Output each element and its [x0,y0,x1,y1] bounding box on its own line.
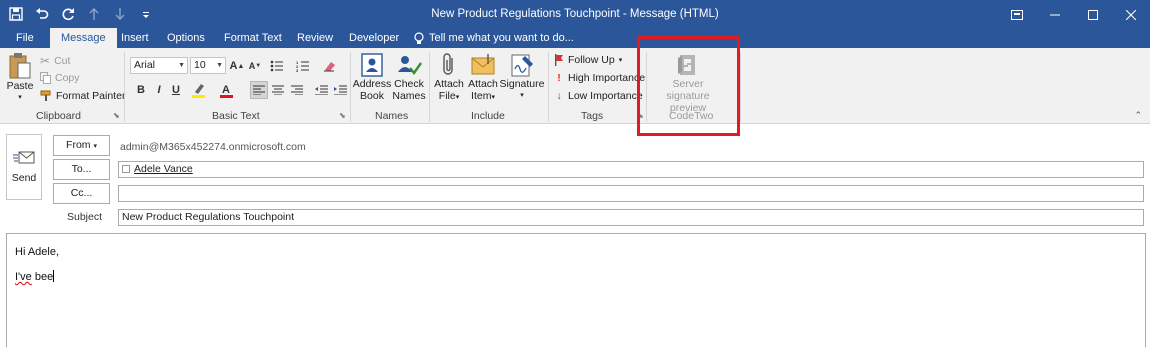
italic-button[interactable]: I [150,81,168,99]
high-importance-button[interactable]: ! High Importance [554,72,645,84]
copy-icon [40,72,51,84]
exclamation-icon: ! [557,72,561,84]
tab-message[interactable]: Message [50,28,117,48]
ribbon: Paste ▾ ✂ Cut Copy Format Painter Clipbo… [0,48,1150,124]
title-bar: New Product Regulations Touchpoint - Mes… [0,0,1150,30]
window-controls [998,0,1150,30]
cut-button[interactable]: ✂ Cut [40,54,70,68]
close-icon[interactable] [1112,0,1150,30]
down-arrow-low-icon: ↓ [556,90,562,102]
numbering-icon[interactable]: 123 [294,57,312,75]
tab-review[interactable]: Review [297,28,333,48]
paste-button[interactable]: Paste ▾ [6,52,34,104]
bold-button[interactable]: B [132,81,150,99]
clear-formatting-icon[interactable] [320,57,338,75]
window-title: New Product Regulations Touchpoint - Mes… [431,8,719,20]
message-body[interactable]: Hi Adele, I've bee [6,233,1146,347]
maximize-icon[interactable] [1074,0,1112,30]
svg-text:A: A [222,84,230,96]
text-caret [53,270,55,282]
tab-format-text[interactable]: Format Text [224,28,282,48]
tab-insert[interactable]: Insert [121,28,149,48]
subject-field[interactable]: New Product Regulations Touchpoint [118,209,1144,226]
underline-button[interactable]: U [167,81,185,99]
signature-icon [511,54,533,77]
minimize-icon[interactable] [1036,0,1074,30]
attach-item-button[interactable]: Attach Item▾ [466,52,500,104]
increase-indent-icon[interactable] [331,81,349,99]
paintbrush-icon [40,90,51,101]
flag-icon [555,54,563,66]
shrink-font-icon[interactable]: A ▼ [246,57,264,75]
align-left-icon[interactable] [250,81,268,99]
to-button[interactable]: To... [53,159,110,180]
font-size-select[interactable]: 10 ▼ [190,57,226,74]
clipboard-group-label: Clipboard [36,110,81,122]
misspelled-word: I've [15,271,32,283]
tell-me-text: Tell me what you want to do... [429,32,574,44]
low-importance-button[interactable]: ↓ Low Importance [554,90,642,102]
follow-up-button[interactable]: Follow Up ▾ [554,54,622,66]
ribbon-tabs: File Message Insert Options Format Text … [0,28,1150,48]
lightbulb-icon [414,31,424,44]
signature-button[interactable]: Signature ▾ [500,52,544,102]
send-button[interactable]: Send [6,134,42,200]
font-color-icon[interactable]: A [218,81,236,99]
tell-me-search[interactable]: Tell me what you want to do... [414,28,574,48]
font-name-select[interactable]: Arial ▼ [130,57,188,74]
tags-group-label: Tags [581,110,604,122]
highlighter-icon[interactable] [190,81,208,99]
align-center-icon[interactable] [269,81,287,99]
from-address: admin@M365x452274.onmicrosoft.com [120,141,306,153]
ribbon-display-options-icon[interactable] [998,0,1036,30]
bullets-icon[interactable] [268,57,286,75]
tab-options[interactable]: Options [167,28,205,48]
attach-file-button[interactable]: Attach File▾ [432,52,466,104]
tab-file[interactable]: File [16,28,34,48]
scissors-icon: ✂ [40,54,51,68]
check-names-icon [398,56,422,76]
collapse-ribbon-icon[interactable]: ⌃ [1134,110,1142,121]
clipboard-icon [9,53,31,79]
cc-button[interactable]: Cc... [53,183,110,204]
check-names-button[interactable]: Check Names [391,52,427,102]
cc-field[interactable] [118,185,1144,202]
body-text-line: I've bee [15,270,55,283]
svg-text:3: 3 [296,68,299,72]
clipboard-dialog-launcher-icon[interactable]: ⬊ [113,111,120,120]
from-button[interactable]: From ▾ [53,135,110,156]
names-group-label: Names [375,110,409,122]
to-field[interactable]: Adele Vance [118,161,1144,178]
basic-text-dialog-launcher-icon[interactable]: ⬊ [339,111,346,120]
grow-font-icon[interactable]: A ▲ [228,57,246,75]
recipient-adele[interactable]: Adele Vance [134,163,193,175]
basic-text-group-label: Basic Text [212,110,260,122]
codetwo-highlight-box [637,36,740,136]
body-greeting: Hi Adele, [15,246,60,258]
decrease-indent-icon[interactable] [312,81,330,99]
send-envelope-icon [13,151,35,164]
align-right-icon[interactable] [288,81,306,99]
address-book-icon [361,53,383,77]
subject-label: Subject [67,211,103,223]
paperclip-icon [443,53,453,75]
format-painter-button[interactable]: Format Painter [40,90,125,102]
envelope-icon [471,54,495,75]
include-group-label: Include [471,110,505,122]
address-book-button[interactable]: Address Book [353,52,391,102]
tab-developer[interactable]: Developer [349,28,399,48]
recipient-icon [122,165,130,173]
copy-button[interactable]: Copy [40,72,80,84]
